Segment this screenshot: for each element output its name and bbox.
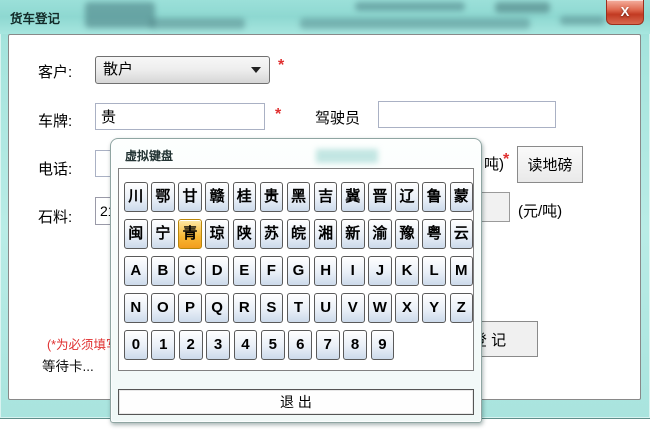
plate-input[interactable] [95,103,265,130]
key-S[interactable]: S [260,293,284,323]
window-title: 货车登记 [10,8,60,27]
key-N[interactable]: N [124,293,148,323]
key-3[interactable]: 3 [206,330,230,360]
key-G[interactable]: G [287,256,311,286]
key-O[interactable]: O [151,293,175,323]
customer-label: 客户: [38,61,72,82]
key-Z[interactable]: Z [450,293,474,323]
key-M[interactable]: M [450,256,474,286]
key-X[interactable]: X [395,293,419,323]
key-7[interactable]: 7 [316,330,340,360]
background-blur [355,2,465,11]
key-E[interactable]: E [233,256,257,286]
close-icon[interactable]: X [606,0,644,25]
key-6[interactable]: 6 [288,330,312,360]
key-云[interactable]: 云 [450,219,474,249]
key-吉[interactable]: 吉 [314,182,338,212]
key-0[interactable]: 0 [124,330,148,360]
plate-label: 车牌: [38,110,72,131]
key-甘[interactable]: 甘 [178,182,202,212]
keyboard-keys: 川鄂甘赣桂贵黑吉冀晋辽鲁蒙闽宁青琼陕苏皖湘新渝豫粤云 ABCDEFGHIJKLM N… [118,168,474,371]
key-冀[interactable]: 冀 [341,182,365,212]
key-4[interactable]: 4 [234,330,258,360]
keyboard-exit-button[interactable]: 退 出 [118,389,474,415]
key-9[interactable]: 9 [371,330,395,360]
chevron-down-icon [251,67,261,73]
key-D[interactable]: D [205,256,229,286]
background-blur [150,18,245,29]
key-晋[interactable]: 晋 [368,182,392,212]
read-weighbridge-button[interactable]: 读地磅 [517,146,583,183]
virtual-keyboard-title: 虚拟键盘 [125,147,173,164]
key-闽[interactable]: 闽 [124,219,148,249]
key-I[interactable]: I [341,256,365,286]
customer-select[interactable]: 散户 [95,56,270,84]
weight-unit-suffix: 吨) [484,153,504,174]
required-asterisk: * [503,151,509,169]
key-粤[interactable]: 粤 [422,219,446,249]
key-豫[interactable]: 豫 [395,219,419,249]
background-blur [316,149,378,163]
key-L[interactable]: L [422,256,446,286]
key-辽[interactable]: 辽 [395,182,419,212]
customer-selected-value: 散户 [103,61,133,78]
key-Y[interactable]: Y [422,293,446,323]
key-赣[interactable]: 赣 [205,182,229,212]
key-C[interactable]: C [178,256,202,286]
price-unit-label: (元/吨) [518,200,562,221]
key-湘[interactable]: 湘 [314,219,338,249]
background-blur [85,2,155,28]
stone-label: 石料: [38,206,72,227]
key-苏[interactable]: 苏 [260,219,284,249]
background-blur [495,2,550,13]
virtual-keyboard-dialog: 虚拟键盘 川鄂甘赣桂贵黑吉冀晋辽鲁蒙闽宁青琼陕苏皖湘新渝豫粤云 ABCDEFGHI… [110,138,482,423]
key-A[interactable]: A [124,256,148,286]
required-asterisk: * [275,106,281,124]
key-桂[interactable]: 桂 [233,182,257,212]
key-蒙[interactable]: 蒙 [450,182,474,212]
key-鲁[interactable]: 鲁 [422,182,446,212]
key-川[interactable]: 川 [124,182,148,212]
key-青[interactable]: 青 [178,219,202,249]
key-T[interactable]: T [287,293,311,323]
required-asterisk: * [278,57,284,75]
required-note: (*为必须填写 [47,334,119,353]
key-P[interactable]: P [178,293,202,323]
key-K[interactable]: K [395,256,419,286]
key-2[interactable]: 2 [179,330,203,360]
background-blur [560,16,605,25]
key-陕[interactable]: 陕 [233,219,257,249]
key-5[interactable]: 5 [261,330,285,360]
driver-input[interactable] [378,101,556,128]
titlebar [0,0,650,34]
key-黑[interactable]: 黑 [287,182,311,212]
status-text: 等待卡... [42,355,94,375]
key-新[interactable]: 新 [341,219,365,249]
key-B[interactable]: B [151,256,175,286]
key-渝[interactable]: 渝 [368,219,392,249]
key-贵[interactable]: 贵 [260,182,284,212]
key-V[interactable]: V [341,293,365,323]
key-Q[interactable]: Q [205,293,229,323]
key-R[interactable]: R [233,293,257,323]
key-琼[interactable]: 琼 [205,219,229,249]
key-J[interactable]: J [368,256,392,286]
key-F[interactable]: F [260,256,284,286]
key-8[interactable]: 8 [343,330,367,360]
key-W[interactable]: W [368,293,392,323]
driver-label: 驾驶员 [315,107,360,128]
key-U[interactable]: U [314,293,338,323]
key-鄂[interactable]: 鄂 [151,182,175,212]
key-H[interactable]: H [314,256,338,286]
background-blur [300,18,530,29]
phone-label: 电话: [38,158,72,179]
key-皖[interactable]: 皖 [287,219,311,249]
key-宁[interactable]: 宁 [151,219,175,249]
key-1[interactable]: 1 [151,330,175,360]
